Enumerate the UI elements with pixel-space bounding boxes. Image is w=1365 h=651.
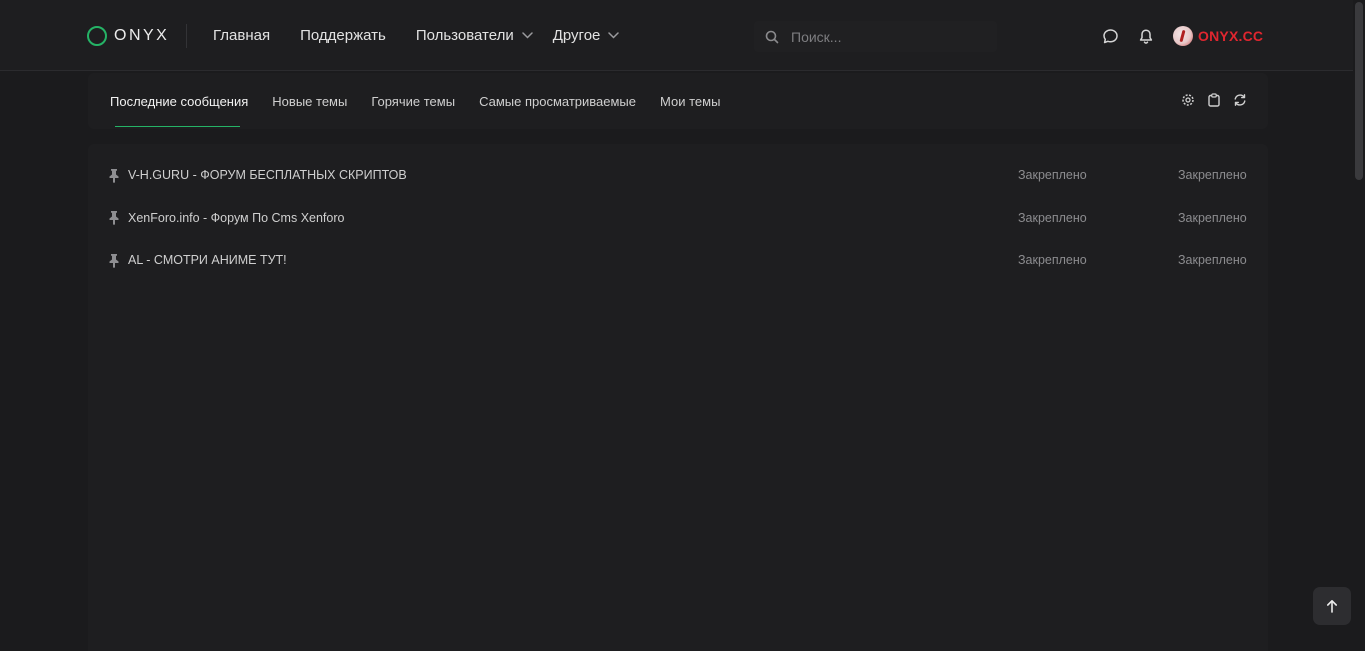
chevron-down-icon[interactable] [608,32,620,39]
nav-item-support[interactable]: Поддержать [300,27,386,44]
settings-icon[interactable] [1180,92,1196,108]
page-scrollbar[interactable] [1353,0,1365,651]
site-logo[interactable]: ONYX [87,26,169,46]
search-input[interactable] [789,27,979,46]
thread-status: Закреплено [1018,168,1087,183]
thread-title[interactable]: XenForo.info - Форум По Cms Xenforo [128,211,344,225]
clipboard-icon[interactable] [1206,92,1222,108]
tab-my-threads[interactable]: Мои темы [660,94,720,109]
search-box[interactable] [754,21,997,52]
arrow-up-icon [1326,599,1338,613]
main-nav: Главная Поддержать Пользователи Другое [213,0,639,71]
header-divider [186,24,187,48]
chevron-down-icon[interactable] [521,32,533,39]
avatar [1173,26,1193,46]
thread-title[interactable]: AL - СМОТРИ АНИМЕ ТУТ! [128,253,287,267]
scrollbar-thumb[interactable] [1355,2,1363,180]
pin-icon [107,167,121,183]
thread-list: V-H.GURU - ФОРУМ БЕСПЛАТНЫХ СКРИПТОВ Зак… [88,154,1268,282]
nav-item-label: Другое [552,27,601,44]
thread-status: Закреплено [1018,253,1087,268]
thread-row[interactable]: V-H.GURU - ФОРУМ БЕСПЛАТНЫХ СКРИПТОВ Зак… [88,154,1268,197]
tab-most-viewed[interactable]: Самые просматриваемые [479,94,636,109]
thread-title[interactable]: V-H.GURU - ФОРУМ БЕСПЛАТНЫХ СКРИПТОВ [128,168,407,182]
thread-last-post: Закреплено [1178,210,1247,225]
nav-item-users[interactable]: Пользователи [416,27,533,44]
pin-icon [107,210,121,226]
username: ONYX.CC [1198,28,1264,44]
search-icon [765,30,779,44]
tab-new-threads[interactable]: Новые темы [272,94,347,109]
refresh-icon[interactable] [1232,92,1248,108]
nav-item-home[interactable]: Главная [213,27,270,44]
thread-row[interactable]: AL - СМОТРИ АНИМЕ ТУТ! Закреплено Закреп… [88,239,1268,282]
active-tab-indicator [115,126,240,127]
thread-row[interactable]: XenForo.info - Форум По Cms Xenforo Закр… [88,197,1268,240]
thread-last-post: Закреплено [1178,253,1247,268]
tabs: Последние сообщения Новые темы Горячие т… [110,73,744,129]
nav-item-label: Главная [213,27,271,44]
user-menu[interactable]: ONYX.CC [1173,25,1263,47]
thread-last-post: Закреплено [1178,168,1247,183]
nav-item-other[interactable]: Другое [553,27,620,44]
threads-panel: V-H.GURU - ФОРУМ БЕСПЛАТНЫХ СКРИПТОВ Зак… [88,144,1268,651]
pin-icon [107,252,121,268]
tab-latest-posts[interactable]: Последние сообщения [110,94,248,109]
site-header: ONYX Главная Поддержать Пользователи Дру… [0,0,1353,71]
logo-ring-icon [87,26,107,46]
logo-text: ONYX [114,27,170,44]
chat-icon[interactable] [1101,27,1119,45]
back-to-top-button[interactable] [1313,587,1351,625]
tab-hot-threads[interactable]: Горячие темы [371,94,455,109]
tab-actions [1170,92,1248,108]
thread-status: Закреплено [1018,210,1087,225]
bell-icon[interactable] [1137,27,1155,45]
nav-item-label: Поддержать [300,27,386,44]
threads-tabs-bar: Последние сообщения Новые темы Горячие т… [88,73,1268,129]
nav-item-label: Пользователи [415,27,514,44]
